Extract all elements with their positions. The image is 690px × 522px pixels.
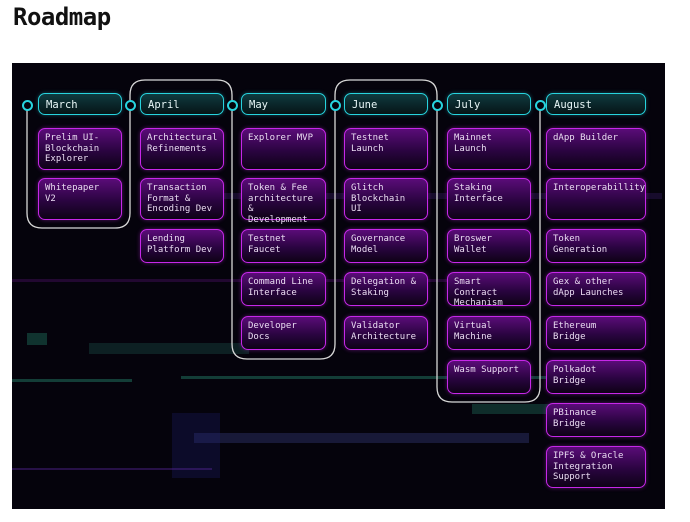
- roadmap-item: Staking Interface: [447, 178, 531, 220]
- roadmap-item: Delegation & Staking: [344, 272, 428, 306]
- month-header-august: August: [546, 93, 646, 115]
- roadmap-item: Lending Platform Dev: [140, 229, 224, 263]
- roadmap-item: Testnet Launch: [344, 128, 428, 170]
- month-header-march: March: [38, 93, 122, 115]
- month-header-may: May: [241, 93, 326, 115]
- roadmap-item: Prelim UI- Blockchain Explorer: [38, 128, 122, 170]
- timeline-dot-icon: [535, 100, 546, 111]
- timeline-dot-icon: [22, 100, 33, 111]
- roadmap-item: Architectural Refinements: [140, 128, 224, 170]
- timeline-dot-icon: [330, 100, 341, 111]
- roadmap-item: Ethereum Bridge: [546, 316, 646, 350]
- roadmap-panel: March Prelim UI- Blockchain Explorer White…: [12, 63, 665, 509]
- roadmap-item: Polkadot Bridge: [546, 360, 646, 394]
- timeline-dot-icon: [432, 100, 443, 111]
- roadmap-item: Interoperabillity: [546, 178, 646, 220]
- roadmap-item: Governance Model: [344, 229, 428, 263]
- roadmap-item: Whitepaper V2: [38, 178, 122, 220]
- roadmap-item: Testnet Faucet: [241, 229, 326, 263]
- roadmap-item: Broswer Wallet: [447, 229, 531, 263]
- roadmap-item: Command Line Interface: [241, 272, 326, 306]
- roadmap-item: dApp Builder: [546, 128, 646, 170]
- roadmap-item: Developer Docs: [241, 316, 326, 350]
- roadmap-item: Wasm Support: [447, 360, 531, 394]
- roadmap-item: PBinance Bridge: [546, 403, 646, 437]
- timeline-dot-icon: [125, 100, 136, 111]
- roadmap-item: Smart Contract Mechanism: [447, 272, 531, 308]
- roadmap-item: Transaction Format & Encoding Dev: [140, 178, 224, 220]
- roadmap-item: Mainnet Launch: [447, 128, 531, 170]
- roadmap-item: Validator Architecture: [344, 316, 428, 350]
- month-header-april: April: [140, 93, 224, 115]
- month-header-july: July: [447, 93, 531, 115]
- roadmap-item: IPFS & Oracle Integration Support: [546, 446, 646, 488]
- roadmap-item: Virtual Machine: [447, 316, 531, 350]
- timeline-dot-icon: [227, 100, 238, 111]
- roadmap-item: Token Generation: [546, 229, 646, 263]
- roadmap-item: Token & Fee architecture & Development: [241, 178, 326, 225]
- page-title: Roadmap: [13, 3, 111, 31]
- month-header-june: June: [344, 93, 428, 115]
- roadmap-item: Glitch Blockchain UI: [344, 178, 428, 220]
- roadmap-item: Explorer MVP: [241, 128, 326, 170]
- roadmap-item: Gex & other dApp Launches: [546, 272, 646, 306]
